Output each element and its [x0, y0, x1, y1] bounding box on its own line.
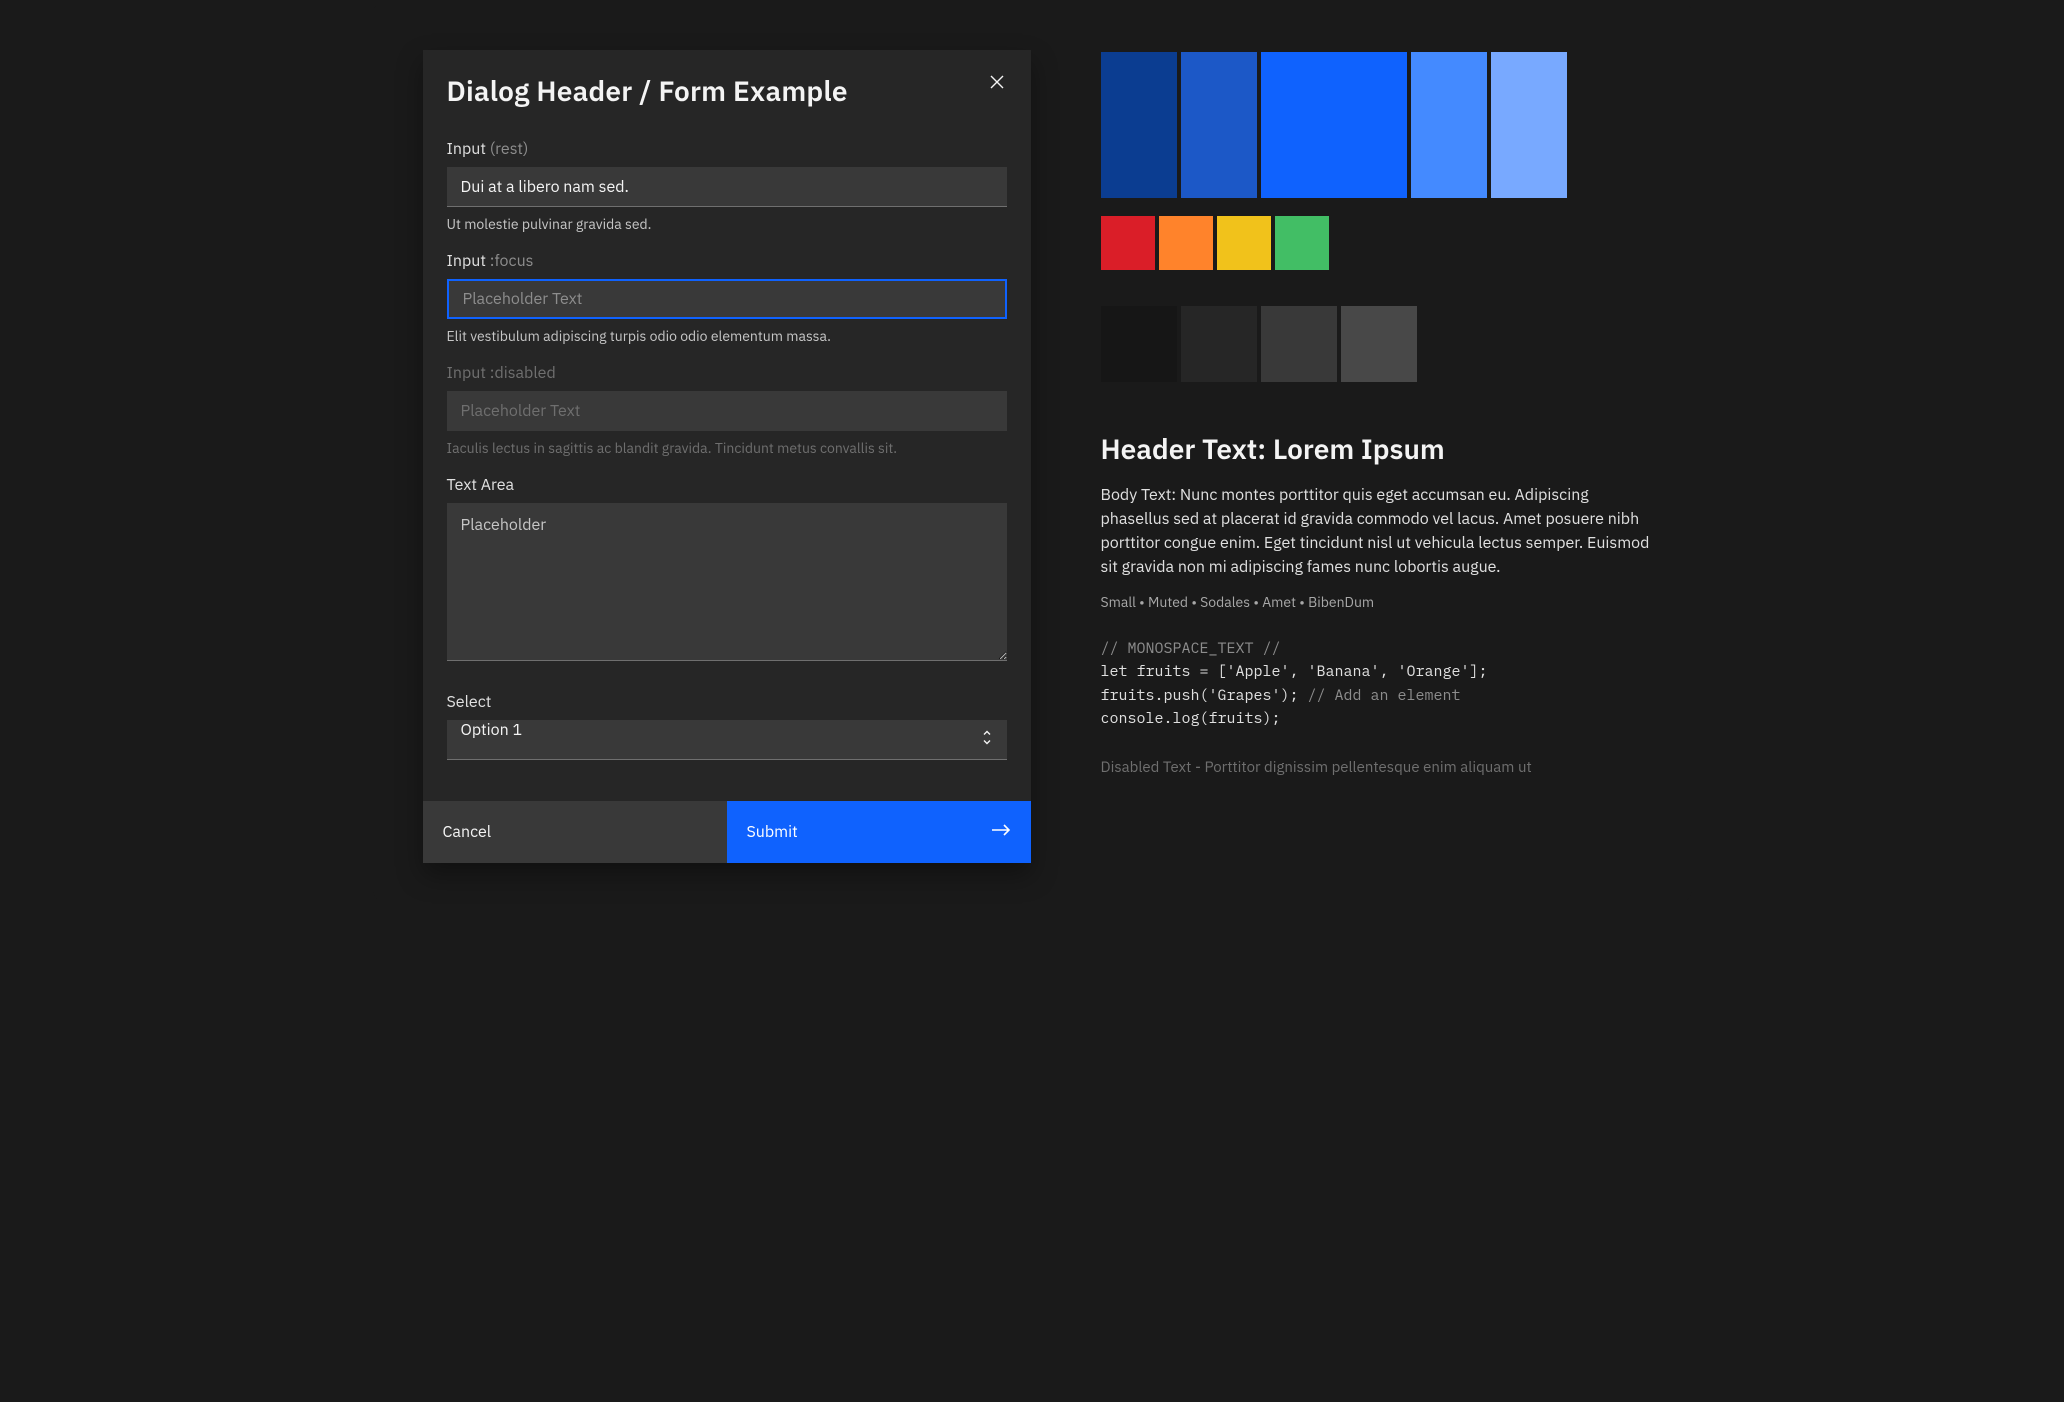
field-label: Select [447, 692, 1007, 712]
swatch [1101, 306, 1177, 382]
swatch [1261, 52, 1407, 198]
field-label: Input :focus [447, 251, 1007, 271]
code-line: fruits.push('Grapes'); [1101, 686, 1308, 705]
label-text: Input [447, 363, 486, 383]
sample-header: Header Text: Lorem Ipsum [1101, 430, 1652, 467]
style-guide-column: Header Text: Lorem Ipsum Body Text: Nunc… [1101, 50, 1652, 863]
cancel-button[interactable]: Cancel [423, 801, 727, 863]
field-help: Iaculis lectus in sagittis ac blandit gr… [447, 439, 1007, 457]
button-label: Cancel [443, 822, 492, 842]
field-select: Select Option 1 [447, 692, 1007, 760]
field-label: Input (rest) [447, 139, 1007, 159]
swatch [1411, 52, 1487, 198]
field-input-rest: Input (rest) Ut molestie pulvinar gravid… [447, 139, 1007, 233]
dialog: Dialog Header / Form Example Input (rest… [423, 50, 1031, 863]
field-input-focus: Input :focus Elit vestibulum adipiscing … [447, 251, 1007, 345]
input-rest[interactable] [447, 167, 1007, 207]
close-button[interactable] [987, 72, 1007, 92]
swatch [1261, 306, 1337, 382]
code-line: let fruits = ['Apple', 'Banana', 'Orange… [1101, 662, 1488, 681]
swatch [1491, 52, 1567, 198]
button-label: Submit [747, 822, 798, 842]
palette-status [1101, 216, 1652, 270]
palette-grays [1101, 306, 1652, 382]
field-label: Text Area [447, 475, 1007, 495]
input-focus[interactable] [447, 279, 1007, 319]
label-state: :focus [490, 251, 534, 271]
swatch [1341, 306, 1417, 382]
swatch [1181, 52, 1257, 198]
swatch [1181, 306, 1257, 382]
code-line: console.log(fruits); [1101, 709, 1281, 728]
input-disabled [447, 391, 1007, 431]
label-state: :disabled [490, 363, 556, 383]
swatch [1101, 52, 1177, 198]
field-textarea: Text Area [447, 475, 1007, 666]
field-help: Ut molestie pulvinar gravida sed. [447, 215, 1007, 233]
swatch [1101, 216, 1155, 270]
submit-button[interactable]: Submit [727, 801, 1031, 863]
field-label: Input :disabled [447, 363, 1007, 383]
code-comment: // Add an element [1308, 686, 1461, 705]
dialog-title: Dialog Header / Form Example [447, 72, 848, 109]
swatch [1159, 216, 1213, 270]
arrow-right-icon [991, 822, 1011, 842]
textarea[interactable] [447, 503, 1007, 661]
field-input-disabled: Input :disabled Iaculis lectus in sagitt… [447, 363, 1007, 457]
label-state: (rest) [490, 139, 529, 159]
label-text: Input [447, 139, 486, 159]
code-comment: // MONOSPACE_TEXT // [1101, 639, 1281, 658]
swatch [1275, 216, 1329, 270]
label-text: Input [447, 251, 486, 271]
close-icon [990, 75, 1004, 89]
palette-blues [1101, 52, 1652, 198]
sample-small: Small • Muted • Sodales • Amet • BibenDu… [1101, 593, 1652, 611]
sample-disabled: Disabled Text - Porttitor dignissim pell… [1101, 758, 1652, 777]
field-help: Elit vestibulum adipiscing turpis odio o… [447, 327, 1007, 345]
select[interactable]: Option 1 [447, 720, 1007, 760]
sample-body: Body Text: Nunc montes porttitor quis eg… [1101, 483, 1652, 579]
swatch [1217, 216, 1271, 270]
dialog-footer: Cancel Submit [423, 801, 1031, 863]
sample-code: // MONOSPACE_TEXT // let fruits = ['Appl… [1101, 637, 1652, 730]
